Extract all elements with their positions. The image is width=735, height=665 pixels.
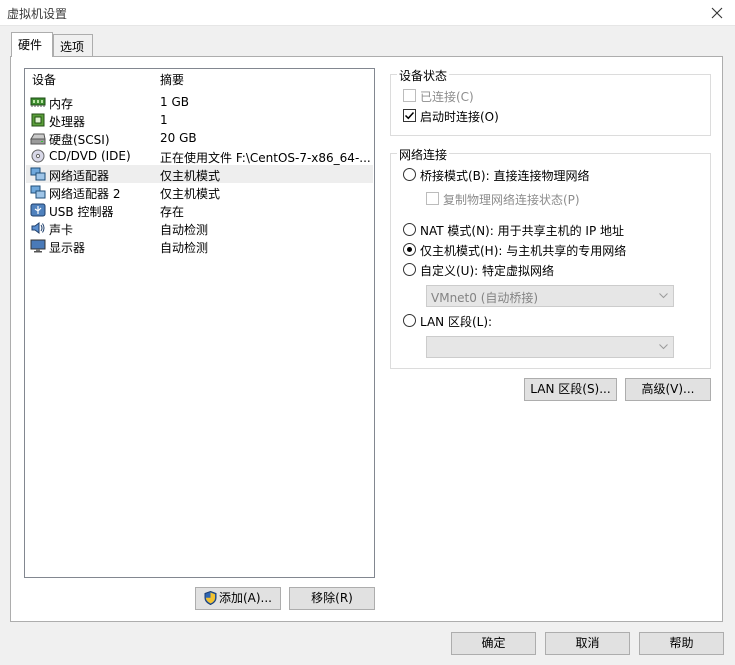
memory-icon xyxy=(30,97,46,107)
replicate-checkbox-box[interactable] xyxy=(426,192,439,205)
close-button[interactable] xyxy=(707,3,727,23)
remove-device-button[interactable]: 移除(R) xyxy=(289,587,375,610)
window-title: 虚拟机设置 xyxy=(7,7,68,21)
connected-label: 已连接(C) xyxy=(420,90,474,104)
display-icon xyxy=(30,239,46,253)
device-row-processor[interactable]: 处理器 1 xyxy=(26,111,373,129)
custom-network-select[interactable]: VMnet0 (自动桥接) xyxy=(426,285,674,307)
device-name: 硬盘(SCSI) xyxy=(49,133,110,147)
close-icon xyxy=(711,7,723,19)
add-button-label: 添加(A)... xyxy=(218,591,273,605)
device-row-sound-card[interactable]: 声卡 自动检测 xyxy=(26,219,373,237)
device-row-cd-dvd[interactable]: CD/DVD (IDE) 正在使用文件 F:\CentOS-7-x86_64-.… xyxy=(26,147,373,165)
device-row-network-adapter-2[interactable]: 网络适配器 2 仅主机模式 xyxy=(26,183,373,201)
list-header: 设备 摘要 xyxy=(25,71,374,89)
custom-radio-circle[interactable] xyxy=(403,263,416,276)
device-summary: 1 xyxy=(160,113,168,127)
device-summary: 自动检测 xyxy=(160,241,209,255)
device-summary: 存在 xyxy=(160,205,185,219)
network-adapter-icon xyxy=(30,167,46,181)
custom-label: 自定义(U): 特定虚拟网络 xyxy=(420,264,555,278)
device-name: USB 控制器 xyxy=(49,205,114,219)
usb-icon xyxy=(30,203,46,217)
device-summary: 20 GB xyxy=(160,131,197,145)
network-adapter-icon xyxy=(30,185,46,199)
nat-radio-circle[interactable] xyxy=(403,223,416,236)
help-button[interactable]: 帮助 xyxy=(639,632,724,655)
cd-dvd-icon xyxy=(31,149,45,163)
checkmark-icon xyxy=(404,111,415,120)
device-status-title: 设备状态 xyxy=(397,67,450,84)
bridged-label: 桥接模式(B): 直接连接物理网络 xyxy=(420,169,590,183)
device-summary: 正在使用文件 F:\CentOS-7-x86_64-... xyxy=(160,151,371,165)
nat-label: NAT 模式(N): 用于共享主机的 IP 地址 xyxy=(420,224,625,238)
connect-on-start-label: 启动时连接(O) xyxy=(420,110,499,124)
chevron-down-icon xyxy=(659,293,668,299)
ok-button[interactable]: 确定 xyxy=(451,632,536,655)
lan-segment-label: LAN 区段(L): xyxy=(420,315,493,329)
device-name: 网络适配器 2 xyxy=(49,187,121,201)
device-name: CD/DVD (IDE) xyxy=(49,149,131,163)
sound-card-icon xyxy=(31,222,45,234)
device-summary: 仅主机模式 xyxy=(160,169,221,183)
device-name: 处理器 xyxy=(49,115,86,129)
device-status-group: 设备状态 xyxy=(390,67,711,136)
device-row-usb-controller[interactable]: USB 控制器 存在 xyxy=(26,201,373,219)
replicate-label: 复制物理网络连接状态(P) xyxy=(443,193,580,207)
connected-checkbox-box[interactable] xyxy=(403,89,416,102)
host-only-radio-circle[interactable] xyxy=(403,243,416,256)
device-name: 内存 xyxy=(49,97,74,111)
title-bar: 虚拟机设置 xyxy=(0,0,735,26)
lan-segment-radio-circle[interactable] xyxy=(403,314,416,327)
lan-segments-button[interactable]: LAN 区段(S)... xyxy=(524,378,617,401)
device-summary: 仅主机模式 xyxy=(160,187,221,201)
tab-hardware[interactable]: 硬件 xyxy=(11,32,53,57)
tab-options[interactable]: 选项 xyxy=(53,34,93,56)
advanced-button[interactable]: 高级(V)... xyxy=(625,378,711,401)
device-list[interactable]: 设备 摘要 内存 1 GB 处理器 1 硬盘(SCSI) 20 GB CD/DV… xyxy=(24,68,375,578)
chevron-down-icon xyxy=(659,344,668,350)
add-device-button[interactable]: 添加(A)... xyxy=(195,587,281,610)
connect-on-start-checkbox-box[interactable] xyxy=(403,109,416,122)
summary-column-header[interactable]: 摘要 xyxy=(160,71,184,88)
cancel-button[interactable]: 取消 xyxy=(545,632,630,655)
device-row-network-adapter[interactable]: 网络适配器 仅主机模式 xyxy=(26,165,373,183)
device-name: 网络适配器 xyxy=(49,169,110,183)
device-row-display[interactable]: 显示器 自动检测 xyxy=(26,237,373,255)
lan-segment-select[interactable] xyxy=(426,336,674,358)
device-name: 声卡 xyxy=(49,223,74,237)
device-name: 显示器 xyxy=(49,241,86,255)
hard-disk-icon xyxy=(30,133,46,145)
device-summary: 自动检测 xyxy=(160,223,209,237)
custom-network-value: VMnet0 (自动桥接) xyxy=(431,291,539,305)
device-column-header[interactable]: 设备 xyxy=(32,71,56,88)
network-connection-title: 网络连接 xyxy=(397,146,450,163)
device-summary: 1 GB xyxy=(160,95,189,109)
processor-icon xyxy=(31,113,45,127)
host-only-label: 仅主机模式(H): 与主机共享的专用网络 xyxy=(420,244,627,258)
device-row-memory[interactable]: 内存 1 GB xyxy=(26,93,373,111)
device-row-hard-disk[interactable]: 硬盘(SCSI) 20 GB xyxy=(26,129,373,147)
bridged-radio-circle[interactable] xyxy=(403,168,416,181)
uac-shield-icon xyxy=(204,591,217,605)
